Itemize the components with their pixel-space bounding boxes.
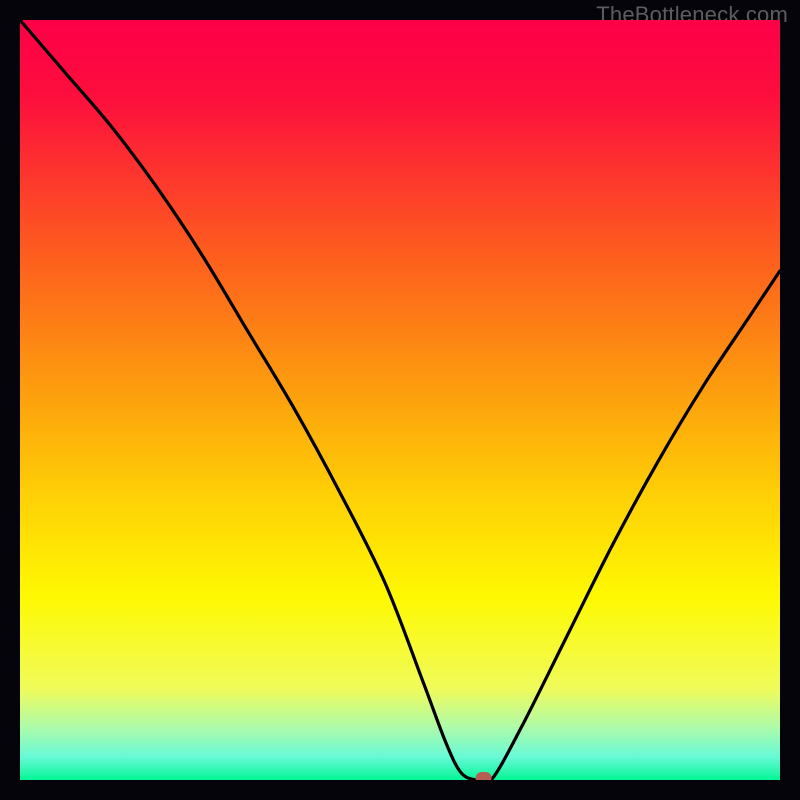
gradient-background [20,20,780,780]
chart-stage: TheBottleneck.com [0,0,800,800]
plot-area [20,20,780,780]
chart-svg [20,20,780,780]
bottleneck-marker [476,772,492,780]
